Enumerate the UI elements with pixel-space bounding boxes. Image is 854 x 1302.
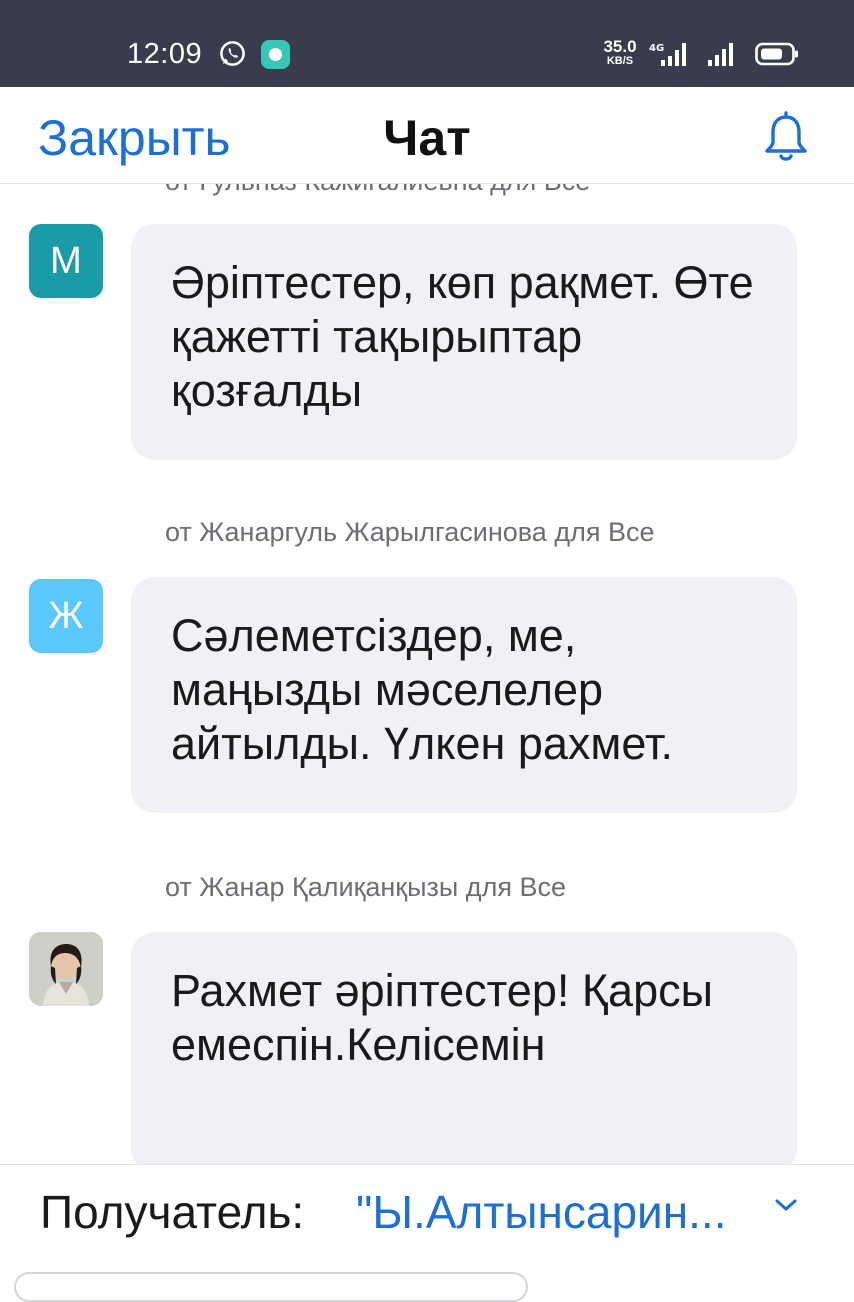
- recipient-label: Получатель:: [40, 1186, 305, 1238]
- message-sender: от Гульназ Кажигалиевна для Все: [165, 184, 590, 197]
- message-input[interactable]: [14, 1272, 528, 1302]
- message-sender: от Жанаргуль Жарылгасинова для Все: [165, 517, 655, 547]
- page-title-text: Чат: [383, 110, 471, 166]
- signal-4g-icon: 4G: [649, 43, 686, 66]
- recipient-selector[interactable]: "Ы.Алтынсарин...: [356, 1185, 727, 1239]
- app-notification-icon: [261, 40, 290, 69]
- page-title: Чат: [0, 113, 854, 163]
- message-sender: от Жанар Қалиқанқызы для Все: [165, 872, 566, 902]
- network-speed-unit: KB/S: [606, 55, 634, 67]
- avatar: Ж: [29, 579, 103, 653]
- network-speed: 35.0 KB/S: [600, 38, 640, 67]
- network-speed-value: 35.0: [603, 37, 637, 56]
- chat-header: Закрыть Чат: [0, 87, 854, 184]
- avatar-letter: Ж: [48, 595, 84, 637]
- status-bar: 12:09 35.0 KB/S 4G: [0, 0, 854, 87]
- battery-icon: [755, 42, 798, 66]
- avatar-photo: [29, 932, 103, 1006]
- message-bubble[interactable]: Әріптестер, көп рақмет. Өте қажетті тақы…: [131, 224, 797, 460]
- message-bubble[interactable]: Рахмет әріптестер! Қарсы емеспін.Келісем…: [131, 932, 797, 1164]
- avatar: М: [29, 224, 103, 298]
- network-type-label: 4G: [649, 43, 664, 54]
- bell-icon[interactable]: [760, 111, 812, 165]
- user-photo-icon: [29, 932, 103, 1006]
- status-time: 12:09: [127, 38, 203, 70]
- whatsapp-icon: [220, 41, 245, 66]
- chat-messages[interactable]: от Гульназ Кажигалиевна для Все М Әріпте…: [0, 184, 854, 1164]
- chevron-down-icon[interactable]: [772, 1195, 800, 1215]
- signal-bars-icon: [708, 43, 733, 66]
- recipient-bar[interactable]: Получатель: "Ы.Алтынсарин...: [0, 1164, 854, 1280]
- message-bubble[interactable]: Сәлеметсіздер, ме, маңызды мәселелер айт…: [131, 577, 797, 813]
- avatar-letter: М: [50, 240, 82, 282]
